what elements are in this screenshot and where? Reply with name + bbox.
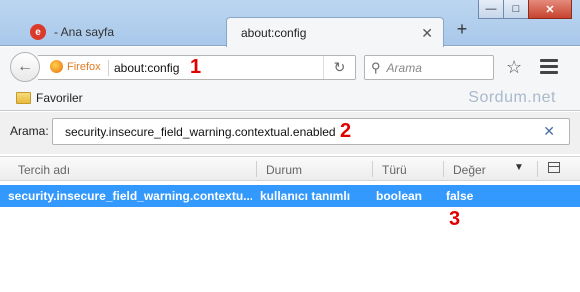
column-headers: Tercih adı Durum Türü Değer ▼ xyxy=(0,156,580,181)
pref-value: false xyxy=(446,189,474,203)
identity-box[interactable]: Firefox xyxy=(50,60,101,73)
tab-title: about:config xyxy=(241,25,307,40)
pref-status: kullanıcı tanımlı xyxy=(260,189,351,203)
title-bar: — □ ✕ e - Ana sayfa about:config ✕ + xyxy=(0,0,580,47)
column-separator xyxy=(537,161,538,177)
identity-label: Firefox xyxy=(67,60,101,73)
annotation-marker-3: 3 xyxy=(449,208,461,230)
filter-label: Arama: xyxy=(10,124,49,138)
pref-type: boolean xyxy=(376,189,423,203)
column-separator[interactable] xyxy=(372,161,373,177)
search-placeholder: Arama xyxy=(386,60,422,75)
clear-filter-icon[interactable]: ✕ xyxy=(543,123,555,140)
search-input[interactable]: ⚲ Arama xyxy=(364,55,494,80)
url-separator xyxy=(108,60,109,76)
pref-name: security.insecure_field_warning.contextu… xyxy=(8,189,252,203)
annotation-marker-2: 2 xyxy=(340,120,352,142)
sort-down-icon: ▼ xyxy=(514,162,524,173)
folder-icon xyxy=(16,92,31,104)
column-header-name[interactable]: Tercih adı xyxy=(18,163,70,177)
navigation-toolbar: Firefox about:config ↻ ← ⚲ Arama ☆ xyxy=(0,47,580,87)
column-picker-icon[interactable] xyxy=(548,162,560,173)
column-header-value[interactable]: Değer xyxy=(453,163,486,177)
tab-ana-sayfa[interactable]: e - Ana sayfa xyxy=(22,18,222,46)
column-header-type[interactable]: Türü xyxy=(382,163,407,177)
column-header-status[interactable]: Durum xyxy=(266,163,302,177)
column-separator[interactable] xyxy=(256,161,257,177)
filter-input[interactable]: security.insecure_field_warning.contextu… xyxy=(52,118,570,145)
reload-icon[interactable]: ↻ xyxy=(323,56,355,79)
url-input[interactable]: about:config xyxy=(114,61,179,75)
about-config-page: Arama: security.insecure_field_warning.c… xyxy=(0,112,580,292)
watermark: Sordum.net xyxy=(468,89,556,106)
bookmark-label: Favoriler xyxy=(36,91,83,105)
bookmark-folder-favoriler[interactable]: Favoriler xyxy=(16,91,83,105)
bookmarks-toolbar: Favoriler Sordum.net xyxy=(0,87,580,111)
back-button[interactable]: ← xyxy=(10,52,40,82)
annotation-marker-1: 1 xyxy=(190,56,202,78)
new-tab-icon[interactable]: + xyxy=(452,19,472,40)
minimize-icon[interactable]: — xyxy=(478,0,504,19)
tab-title: - Ana sayfa xyxy=(54,25,115,39)
close-tab-icon[interactable]: ✕ xyxy=(421,25,433,42)
filter-value: security.insecure_field_warning.contextu… xyxy=(65,125,336,139)
column-separator[interactable] xyxy=(443,161,444,177)
arrow-left-icon: ← xyxy=(17,58,33,75)
search-icon: ⚲ xyxy=(371,59,381,75)
filter-row: Arama: security.insecure_field_warning.c… xyxy=(0,112,580,154)
maximize-icon[interactable]: □ xyxy=(503,0,529,19)
window-controls: — □ ✕ xyxy=(478,0,572,19)
table-row[interactable]: security.insecure_field_warning.contextu… xyxy=(0,185,580,207)
firefox-icon xyxy=(50,60,63,73)
hamburger-menu-icon[interactable] xyxy=(540,59,558,77)
tab-about-config[interactable]: about:config ✕ xyxy=(226,17,444,47)
bookmark-star-icon[interactable]: ☆ xyxy=(506,57,522,78)
close-icon[interactable]: ✕ xyxy=(528,0,572,19)
site-logo-icon: e xyxy=(30,24,46,40)
